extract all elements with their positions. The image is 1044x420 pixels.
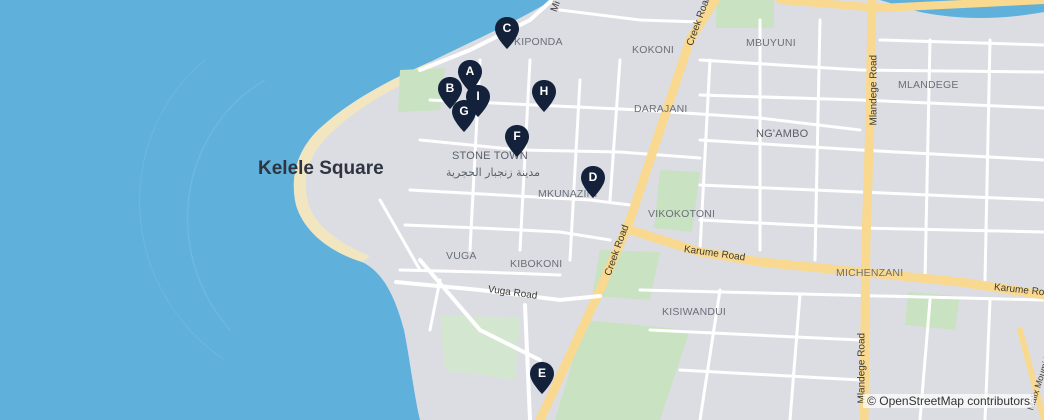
map-view[interactable]: Kelele Square STONE TOWN مدينة زنجبار ال… <box>0 0 1044 420</box>
road-label-mlandege-road-upper: Mlandege Road <box>868 54 880 126</box>
area-label-kokoni: KOKONI <box>632 44 675 56</box>
marker-label: C <box>502 21 512 35</box>
area-label-vikokotoni: VIKOKOTONI <box>648 208 716 220</box>
area-label-vuga: VUGA <box>446 250 477 262</box>
area-label-kibokoni: KIBOKONI <box>510 258 563 270</box>
marker-label: H <box>539 84 549 98</box>
area-label-stone-town-arabic: مدينة زنجبار الحجرية <box>446 166 541 179</box>
map-marker-e[interactable]: E <box>529 361 555 395</box>
map-attribution[interactable]: © OpenStreetMap contributors <box>863 394 1034 408</box>
area-label-kisiwandui: KISIWANDUI <box>662 306 727 318</box>
map-marker-g[interactable]: G <box>451 99 477 133</box>
map-base <box>0 0 1044 420</box>
area-label-darajani: DARAJANI <box>634 103 688 115</box>
area-label-kiponda: KIPONDA <box>514 36 563 48</box>
marker-label: D <box>588 170 598 184</box>
map-marker-c[interactable]: C <box>494 16 520 50</box>
marker-label: E <box>537 366 546 380</box>
area-label-ngambo: NG'AMBO <box>756 128 809 140</box>
area-label-mlandege: MLANDEGE <box>898 79 959 91</box>
map-marker-d[interactable]: D <box>580 165 606 199</box>
road-label-mlandege-road-lower: Mlandege Road <box>856 332 868 404</box>
marker-label: B <box>445 81 455 95</box>
marker-label: G <box>459 104 469 118</box>
map-marker-h[interactable]: H <box>531 79 557 113</box>
marker-label: F <box>513 129 521 143</box>
area-label-kelele-square: Kelele Square <box>258 158 384 179</box>
area-label-mbuyuni: MBUYUNI <box>746 37 796 49</box>
map-marker-f[interactable]: F <box>504 124 530 158</box>
area-label-michenzani: MICHENZANI <box>836 267 904 279</box>
